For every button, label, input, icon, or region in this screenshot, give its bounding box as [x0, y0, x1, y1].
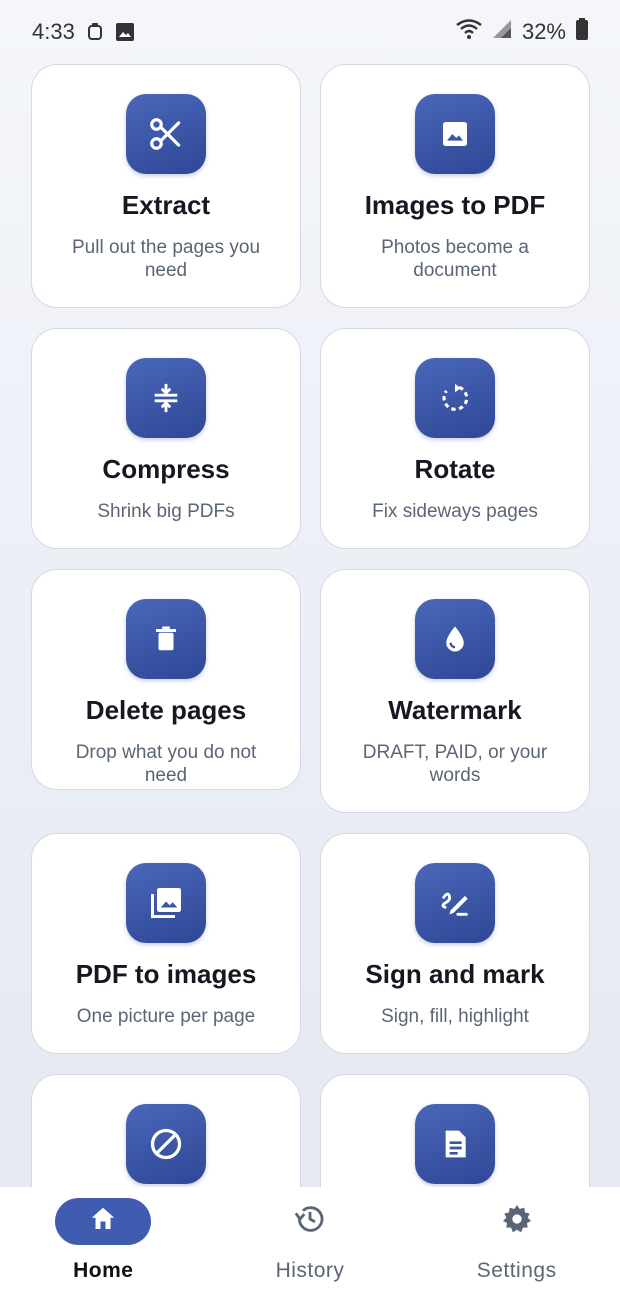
nav-settings[interactable]: Settings: [427, 1187, 607, 1308]
nav-label: Home: [73, 1259, 134, 1282]
tool-card-images-to-pdf[interactable]: Images to PDF Photos become a document: [320, 64, 590, 308]
tool-title: Compress: [102, 454, 230, 484]
image-icon: [415, 94, 495, 174]
tool-subtitle: DRAFT, PAID, or your words: [362, 742, 548, 786]
tool-subtitle: Shrink big PDFs: [97, 501, 235, 522]
signature-icon: [415, 863, 495, 943]
gear-icon: [501, 1203, 533, 1240]
nav-home[interactable]: Home: [13, 1187, 193, 1308]
tool-subtitle: One picture per page: [76, 1006, 256, 1027]
home-icon: [88, 1204, 118, 1239]
signal-icon: [492, 19, 512, 45]
notification-icon: [85, 22, 105, 42]
tool-subtitle: Photos become a document: [381, 237, 529, 281]
tool-title: Sign and mark: [365, 959, 545, 989]
tool-title: Extract: [121, 190, 211, 220]
battery-icon: [576, 18, 588, 46]
tool-card-watermark[interactable]: Watermark DRAFT, PAID, or your words: [320, 569, 590, 813]
history-icon: [293, 1202, 327, 1241]
tool-card-delete-pages[interactable]: Delete pages Drop what you do not need: [31, 569, 301, 790]
tool-card-rotate[interactable]: Rotate Fix sideways pages: [320, 328, 590, 549]
tool-subtitle: Drop what you do not need: [75, 742, 257, 786]
block-icon: [126, 1104, 206, 1184]
tool-subtitle: Pull out the pages you need: [71, 237, 261, 281]
tool-card-pdf-to-images[interactable]: PDF to images One picture per page: [31, 833, 301, 1054]
tool-title: Watermark: [388, 695, 522, 725]
nav-label: Settings: [476, 1259, 557, 1282]
status-bar: 4:33 32%: [0, 0, 620, 64]
status-right: 32%: [456, 18, 588, 46]
tool-card-compress[interactable]: Compress Shrink big PDFs: [31, 328, 301, 549]
tool-title: PDF to images: [75, 959, 257, 989]
document-icon: [415, 1104, 495, 1184]
tool-subtitle: Fix sideways pages: [372, 501, 538, 522]
image-icon: [115, 22, 135, 42]
nav-history[interactable]: History: [220, 1187, 400, 1308]
scissors-icon: [126, 94, 206, 174]
tool-subtitle: Sign, fill, highlight: [381, 1006, 529, 1027]
tool-title: Images to PDF: [364, 190, 546, 220]
battery-text: 32%: [521, 19, 566, 44]
wifi-icon: [456, 19, 482, 45]
nav-settings-pill: [469, 1198, 565, 1245]
nav-history-pill: [262, 1198, 358, 1245]
tool-card-extract[interactable]: Extract Pull out the pages you need: [31, 64, 301, 308]
tool-title: Delete pages: [85, 695, 247, 725]
nav-home-pill: [55, 1198, 152, 1245]
tool-title: Rotate: [414, 454, 496, 484]
rotate-icon: [415, 358, 495, 438]
water-drop-icon: [415, 599, 495, 679]
photo-library-icon: [126, 863, 206, 943]
compress-icon: [126, 358, 206, 438]
trash-icon: [126, 599, 206, 679]
status-left: 4:33: [32, 19, 135, 45]
tool-card-sign-and-mark[interactable]: Sign and mark Sign, fill, highlight: [320, 833, 590, 1054]
status-time: 4:33: [32, 19, 75, 44]
bottom-navigation: Home History Settings: [0, 1187, 620, 1308]
nav-label: History: [275, 1259, 345, 1282]
